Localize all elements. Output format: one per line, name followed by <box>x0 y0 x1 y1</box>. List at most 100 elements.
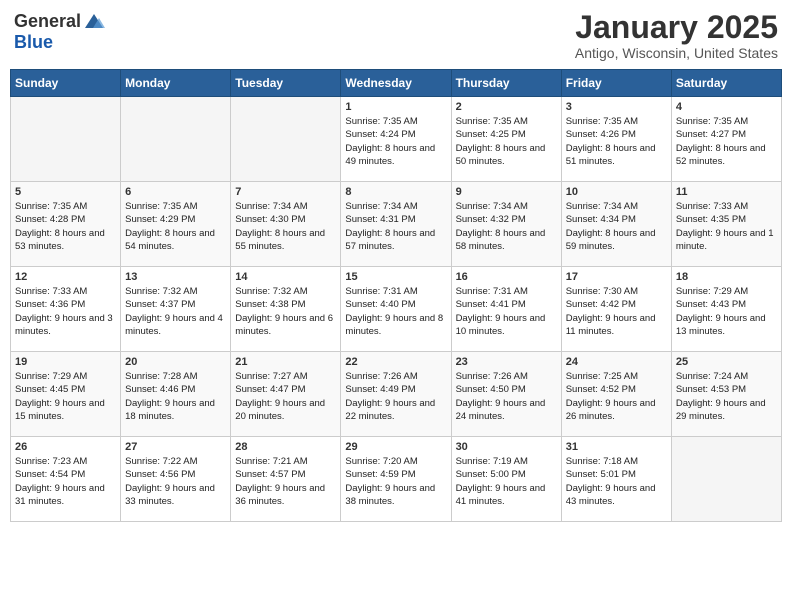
logo: General Blue <box>14 10 105 53</box>
day-number: 2 <box>456 101 557 113</box>
day-info: Sunrise: 7:29 AM Sunset: 4:43 PM Dayligh… <box>676 285 777 338</box>
day-number: 14 <box>235 271 336 283</box>
day-number: 3 <box>566 101 667 113</box>
days-of-week-row: SundayMondayTuesdayWednesdayThursdayFrid… <box>11 70 782 97</box>
calendar-cell: 5 Sunrise: 7:35 AM Sunset: 4:28 PM Daylig… <box>11 182 121 267</box>
week-row-4: 19 Sunrise: 7:29 AM Sunset: 4:45 PM Dayli… <box>11 352 782 437</box>
day-info: Sunrise: 7:35 AM Sunset: 4:28 PM Dayligh… <box>15 200 116 253</box>
logo-blue-text: Blue <box>14 32 53 53</box>
calendar-cell: 17 Sunrise: 7:30 AM Sunset: 4:42 PM Dayli… <box>561 267 671 352</box>
day-info: Sunrise: 7:24 AM Sunset: 4:53 PM Dayligh… <box>676 370 777 423</box>
calendar-cell: 31Sunrise: 7:18 AM Sunset: 5:01 PM Dayli… <box>561 437 671 522</box>
day-number: 18 <box>676 271 777 283</box>
day-number: 26 <box>15 441 116 453</box>
day-number: 9 <box>456 186 557 198</box>
calendar-cell: 3Sunrise: 7:35 AM Sunset: 4:26 PM Daylig… <box>561 97 671 182</box>
day-number: 19 <box>15 356 116 368</box>
calendar-cell: 15 Sunrise: 7:31 AM Sunset: 4:40 PM Dayli… <box>341 267 451 352</box>
calendar-cell: 24Sunrise: 7:25 AM Sunset: 4:52 PM Dayli… <box>561 352 671 437</box>
day-number: 7 <box>235 186 336 198</box>
day-number: 27 <box>125 441 226 453</box>
title-block: January 2025 Antigo, Wisconsin, United S… <box>575 10 778 61</box>
location: Antigo, Wisconsin, United States <box>575 45 778 61</box>
calendar-cell: 9Sunrise: 7:34 AM Sunset: 4:32 PM Daylig… <box>451 182 561 267</box>
day-info: Sunrise: 7:31 AM Sunset: 4:40 PM Dayligh… <box>345 285 446 338</box>
calendar-cell: 6 Sunrise: 7:35 AM Sunset: 4:29 PM Daylig… <box>121 182 231 267</box>
day-info: Sunrise: 7:20 AM Sunset: 4:59 PM Dayligh… <box>345 455 446 508</box>
week-row-3: 12 Sunrise: 7:33 AM Sunset: 4:36 PM Dayli… <box>11 267 782 352</box>
day-number: 6 <box>125 186 226 198</box>
day-number: 17 <box>566 271 667 283</box>
calendar-cell: 22Sunrise: 7:26 AM Sunset: 4:49 PM Dayli… <box>341 352 451 437</box>
day-number: 29 <box>345 441 446 453</box>
day-info: Sunrise: 7:32 AM Sunset: 4:37 PM Dayligh… <box>125 285 226 338</box>
calendar-cell: 4 Sunrise: 7:35 AM Sunset: 4:27 PM Daylig… <box>671 97 781 182</box>
calendar-cell: 27Sunrise: 7:22 AM Sunset: 4:56 PM Dayli… <box>121 437 231 522</box>
calendar-cell: 19 Sunrise: 7:29 AM Sunset: 4:45 PM Dayli… <box>11 352 121 437</box>
day-info: Sunrise: 7:35 AM Sunset: 4:24 PM Dayligh… <box>345 115 446 168</box>
day-header-monday: Monday <box>121 70 231 97</box>
day-info: Sunrise: 7:32 AM Sunset: 4:38 PM Dayligh… <box>235 285 336 338</box>
calendar-cell: 26 Sunrise: 7:23 AM Sunset: 4:54 PM Dayli… <box>11 437 121 522</box>
week-row-2: 5 Sunrise: 7:35 AM Sunset: 4:28 PM Daylig… <box>11 182 782 267</box>
calendar-cell: 10Sunrise: 7:34 AM Sunset: 4:34 PM Dayli… <box>561 182 671 267</box>
day-number: 12 <box>15 271 116 283</box>
day-number: 5 <box>15 186 116 198</box>
day-number: 16 <box>456 271 557 283</box>
day-number: 15 <box>345 271 446 283</box>
calendar-cell <box>231 97 341 182</box>
calendar-cell: 28Sunrise: 7:21 AM Sunset: 4:57 PM Dayli… <box>231 437 341 522</box>
day-header-saturday: Saturday <box>671 70 781 97</box>
calendar-cell: 25 Sunrise: 7:24 AM Sunset: 4:53 PM Dayli… <box>671 352 781 437</box>
day-info: Sunrise: 7:33 AM Sunset: 4:35 PM Dayligh… <box>676 200 777 253</box>
day-number: 20 <box>125 356 226 368</box>
calendar-cell: 8 Sunrise: 7:34 AM Sunset: 4:31 PM Daylig… <box>341 182 451 267</box>
calendar-cell: 13 Sunrise: 7:32 AM Sunset: 4:37 PM Dayli… <box>121 267 231 352</box>
day-info: Sunrise: 7:31 AM Sunset: 4:41 PM Dayligh… <box>456 285 557 338</box>
day-info: Sunrise: 7:29 AM Sunset: 4:45 PM Dayligh… <box>15 370 116 423</box>
calendar-cell: 21Sunrise: 7:27 AM Sunset: 4:47 PM Dayli… <box>231 352 341 437</box>
calendar-cell <box>11 97 121 182</box>
day-header-sunday: Sunday <box>11 70 121 97</box>
day-info: Sunrise: 7:34 AM Sunset: 4:31 PM Dayligh… <box>345 200 446 253</box>
week-row-5: 26 Sunrise: 7:23 AM Sunset: 4:54 PM Dayli… <box>11 437 782 522</box>
day-info: Sunrise: 7:34 AM Sunset: 4:34 PM Dayligh… <box>566 200 667 253</box>
day-header-tuesday: Tuesday <box>231 70 341 97</box>
day-info: Sunrise: 7:35 AM Sunset: 4:27 PM Dayligh… <box>676 115 777 168</box>
day-number: 1 <box>345 101 446 113</box>
calendar-cell: 2 Sunrise: 7:35 AM Sunset: 4:25 PM Daylig… <box>451 97 561 182</box>
calendar-header: SundayMondayTuesdayWednesdayThursdayFrid… <box>11 70 782 97</box>
day-info: Sunrise: 7:19 AM Sunset: 5:00 PM Dayligh… <box>456 455 557 508</box>
day-info: Sunrise: 7:28 AM Sunset: 4:46 PM Dayligh… <box>125 370 226 423</box>
day-info: Sunrise: 7:23 AM Sunset: 4:54 PM Dayligh… <box>15 455 116 508</box>
day-info: Sunrise: 7:35 AM Sunset: 4:25 PM Dayligh… <box>456 115 557 168</box>
day-info: Sunrise: 7:30 AM Sunset: 4:42 PM Dayligh… <box>566 285 667 338</box>
day-info: Sunrise: 7:25 AM Sunset: 4:52 PM Dayligh… <box>566 370 667 423</box>
day-number: 28 <box>235 441 336 453</box>
calendar-cell: 20 Sunrise: 7:28 AM Sunset: 4:46 PM Dayli… <box>121 352 231 437</box>
day-info: Sunrise: 7:35 AM Sunset: 4:29 PM Dayligh… <box>125 200 226 253</box>
day-info: Sunrise: 7:34 AM Sunset: 4:30 PM Dayligh… <box>235 200 336 253</box>
calendar-cell: 12 Sunrise: 7:33 AM Sunset: 4:36 PM Dayli… <box>11 267 121 352</box>
calendar-cell: 29 Sunrise: 7:20 AM Sunset: 4:59 PM Dayli… <box>341 437 451 522</box>
logo-general-text: General <box>14 11 81 32</box>
day-info: Sunrise: 7:18 AM Sunset: 5:01 PM Dayligh… <box>566 455 667 508</box>
calendar-cell: 30 Sunrise: 7:19 AM Sunset: 5:00 PM Dayli… <box>451 437 561 522</box>
day-number: 23 <box>456 356 557 368</box>
day-info: Sunrise: 7:26 AM Sunset: 4:50 PM Dayligh… <box>456 370 557 423</box>
logo-icon <box>83 10 105 32</box>
day-info: Sunrise: 7:33 AM Sunset: 4:36 PM Dayligh… <box>15 285 116 338</box>
day-header-wednesday: Wednesday <box>341 70 451 97</box>
calendar-cell: 11Sunrise: 7:33 AM Sunset: 4:35 PM Dayli… <box>671 182 781 267</box>
calendar-cell: 16 Sunrise: 7:31 AM Sunset: 4:41 PM Dayli… <box>451 267 561 352</box>
calendar-cell: 23 Sunrise: 7:26 AM Sunset: 4:50 PM Dayli… <box>451 352 561 437</box>
calendar-table: SundayMondayTuesdayWednesdayThursdayFrid… <box>10 69 782 522</box>
day-number: 8 <box>345 186 446 198</box>
day-number: 4 <box>676 101 777 113</box>
week-row-1: 1 Sunrise: 7:35 AM Sunset: 4:24 PM Daylig… <box>11 97 782 182</box>
day-number: 25 <box>676 356 777 368</box>
day-number: 13 <box>125 271 226 283</box>
day-info: Sunrise: 7:27 AM Sunset: 4:47 PM Dayligh… <box>235 370 336 423</box>
calendar-body: 1 Sunrise: 7:35 AM Sunset: 4:24 PM Daylig… <box>11 97 782 522</box>
day-number: 30 <box>456 441 557 453</box>
